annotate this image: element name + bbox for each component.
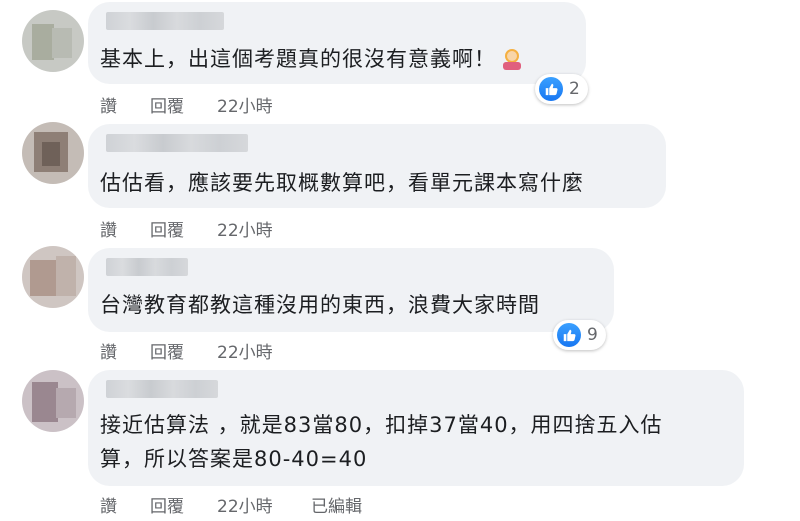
woman-gesturing-icon bbox=[500, 46, 524, 70]
timestamp[interactable]: 22小時 bbox=[217, 492, 273, 517]
like-link[interactable]: 讚 bbox=[100, 338, 117, 363]
timestamp[interactable]: 22小時 bbox=[217, 338, 273, 363]
timestamp[interactable]: 22小時 bbox=[217, 92, 273, 117]
like-link[interactable]: 讚 bbox=[100, 92, 117, 117]
reply-link[interactable]: 回覆 bbox=[150, 492, 184, 517]
reply-link[interactable]: 回覆 bbox=[150, 216, 184, 241]
like-link[interactable]: 讚 bbox=[100, 492, 117, 517]
like-icon bbox=[539, 77, 563, 101]
commenter-name-blurred[interactable] bbox=[106, 12, 224, 30]
comment-bubble: 基本上，出這個考題真的很沒有意義啊！ bbox=[88, 2, 586, 84]
reaction-summary[interactable]: 9 bbox=[553, 320, 606, 350]
comment-bubble: 台灣教育都教這種沒用的東西，浪費大家時間 bbox=[88, 248, 614, 332]
comment-bubble: 接近估算法 ，就是83當80，扣掉37當40，用四捨五入估 算，所以答案是80-… bbox=[88, 370, 744, 486]
reaction-count: 2 bbox=[569, 79, 580, 99]
comment-bubble: 估估看，應該要先取概數算吧，看單元課本寫什麼 bbox=[88, 124, 666, 208]
comment-text-line-1: 接近估算法 ，就是83當80，扣掉37當40，用四捨五入估 bbox=[100, 413, 663, 437]
commenter-name-blurred[interactable] bbox=[106, 380, 218, 398]
comment-text: 估估看，應該要先取概數算吧，看單元課本寫什麼 bbox=[100, 171, 584, 195]
reaction-count: 9 bbox=[587, 325, 598, 345]
like-link[interactable]: 讚 bbox=[100, 216, 117, 241]
comment-text-line-2: 算，所以答案是80-40=40 bbox=[100, 447, 368, 471]
reply-link[interactable]: 回覆 bbox=[150, 338, 184, 363]
reply-link[interactable]: 回覆 bbox=[150, 92, 184, 117]
reaction-summary[interactable]: 2 bbox=[535, 74, 588, 104]
avatar[interactable] bbox=[22, 122, 84, 184]
comment-text: 台灣教育都教這種沒用的東西，浪費大家時間 bbox=[100, 293, 540, 317]
commenter-name-blurred[interactable] bbox=[106, 258, 188, 276]
avatar[interactable] bbox=[22, 370, 84, 432]
timestamp[interactable]: 22小時 bbox=[217, 216, 273, 241]
edited-label[interactable]: 已編輯 bbox=[311, 492, 362, 517]
comment-text: 基本上，出這個考題真的很沒有意義啊！ bbox=[100, 42, 524, 76]
commenter-name-blurred[interactable] bbox=[106, 134, 248, 152]
avatar[interactable] bbox=[22, 10, 84, 72]
like-icon bbox=[557, 323, 581, 347]
avatar[interactable] bbox=[22, 246, 84, 308]
